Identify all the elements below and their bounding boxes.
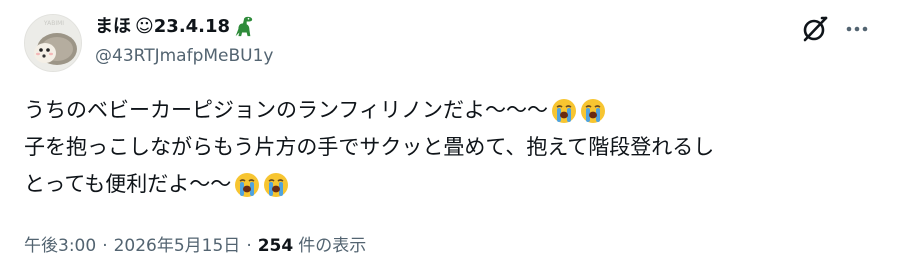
tweet-line-2: 子を抱っこしながらもう片方の手でサクッと畳めて、抱えて階段登れるし	[24, 129, 884, 166]
loudly-crying-face-icon	[235, 172, 260, 197]
display-name-text: まほ	[95, 16, 131, 37]
tweet-line-1: うちのベビーカーピジョンのランフィリノンだよ〜〜〜	[24, 92, 884, 129]
dinosaur-icon	[235, 16, 253, 37]
view-count[interactable]: 254	[258, 234, 294, 258]
tweet-line-text: 子を抱っこしながらもう片方の手でサクッと畳めて、抱えて階段登れるし	[24, 135, 715, 159]
tweet-line-text: とっても便利だよ〜〜	[24, 172, 232, 196]
tweet-meta: 午後3:00 · 2026年5月15日 · 254 件の表示	[24, 234, 366, 258]
loudly-crying-face-icon	[580, 98, 605, 123]
more-icon[interactable]	[840, 14, 874, 44]
hedgehog-avatar-icon: YABIMI	[25, 15, 81, 71]
loudly-crying-face-icon	[551, 98, 576, 123]
view-label[interactable]: 件の表示	[298, 234, 366, 258]
tweet-date[interactable]: 2026年5月15日	[114, 234, 241, 258]
tweet-line-3: とっても便利だよ〜〜	[24, 166, 884, 203]
loudly-crying-face-icon	[264, 172, 289, 197]
author-handle[interactable]: @43RTJmafpMeBU1y	[95, 44, 273, 68]
avatar[interactable]: YABIMI	[24, 14, 82, 72]
tweet-text: うちのベビーカーピジョンのランフィリノンだよ〜〜〜 子を抱っこしながらもう片方の…	[24, 92, 884, 203]
grok-icon[interactable]	[800, 14, 830, 44]
tweet-line-text: うちのベビーカーピジョンのランフィリノンだよ〜〜〜	[24, 98, 548, 122]
svg-text:YABIMI: YABIMI	[43, 20, 64, 27]
tweet-time[interactable]: 午後3:00	[24, 234, 96, 258]
tweet-card: YABIMI まほ ☺23.4.18 @43RTJmafpMeBU1y うちのベ…	[0, 0, 903, 273]
meta-separator: ·	[102, 236, 108, 256]
author-display-name[interactable]: まほ ☺23.4.18	[95, 14, 254, 40]
meta-separator: ·	[246, 236, 252, 256]
display-name-suffix: ☺23.4.18	[135, 16, 231, 37]
